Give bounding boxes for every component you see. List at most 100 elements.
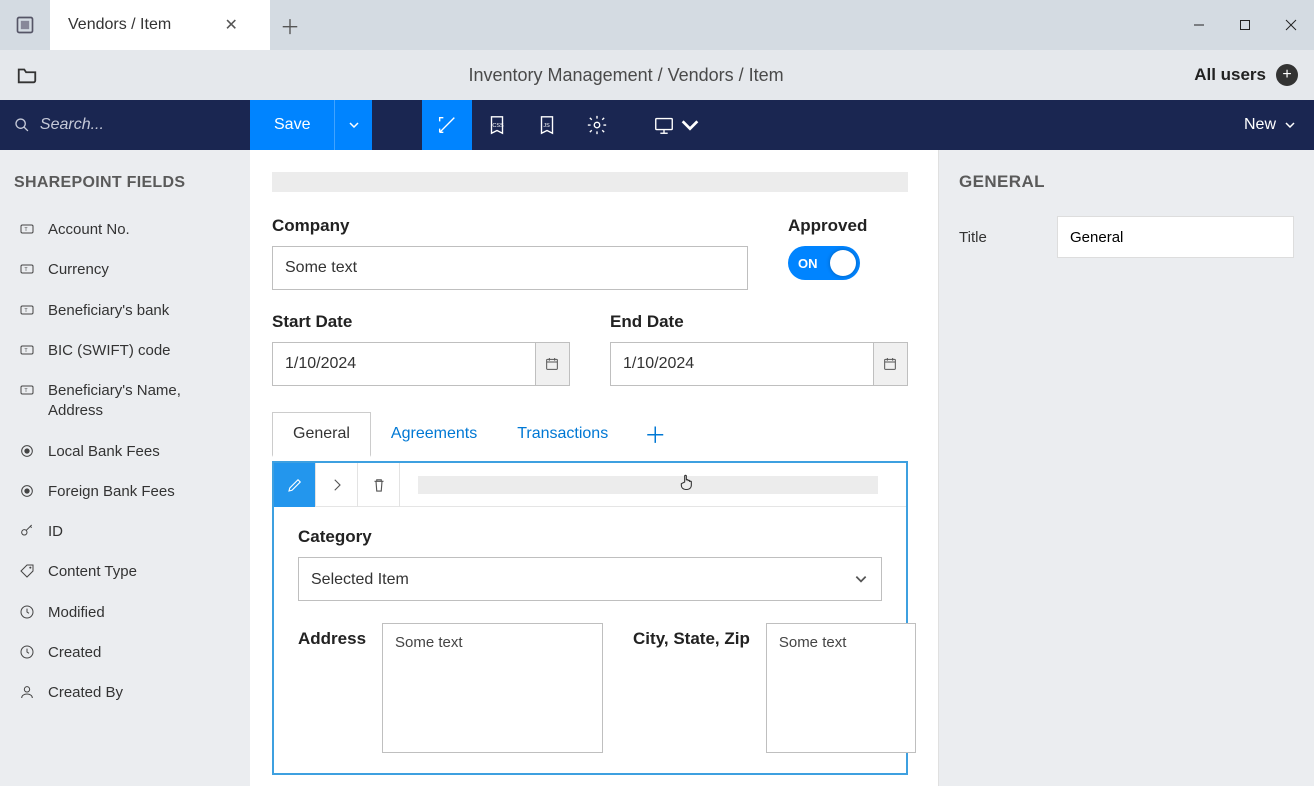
text-icon: T (18, 341, 36, 359)
save-button[interactable]: Save (250, 100, 334, 150)
radio-icon (18, 442, 36, 460)
text-icon: T (18, 381, 36, 399)
panel-placeholder-bar (418, 476, 878, 494)
sidebar-item-5[interactable]: Local Bank Fees (14, 432, 236, 472)
design-tool-icon[interactable] (422, 100, 472, 150)
chevron-right-icon[interactable] (316, 463, 358, 507)
sidebar-item-11[interactable]: Created By (14, 673, 236, 713)
svg-text:JS: JS (544, 123, 551, 129)
window-tab[interactable]: Vendors / Item ✕ (50, 0, 270, 50)
start-date-label: Start Date (272, 312, 570, 332)
start-date-picker-icon[interactable] (535, 342, 570, 386)
main: SHAREPOINT FIELDS TAccount No.TCurrencyT… (0, 150, 1314, 786)
chevron-down-icon (1284, 119, 1296, 131)
sidebar-item-9[interactable]: Modified (14, 593, 236, 633)
end-date-picker-icon[interactable] (873, 342, 908, 386)
inner-tabs: General Agreements Transactions ＋ (272, 408, 908, 462)
breadcrumb: Inventory Management / Vendors / Item (58, 65, 1194, 86)
toolbar: Save CSS JS New (0, 100, 1314, 150)
placeholder-bar (272, 172, 908, 192)
sidebar-item-6[interactable]: Foreign Bank Fees (14, 472, 236, 512)
sidebar-item-1[interactable]: T Currency (14, 250, 236, 290)
sidebar-item-label: Local Bank Fees (48, 442, 160, 462)
user-icon (18, 683, 36, 701)
new-button[interactable]: New (1226, 100, 1314, 150)
tab-title: Vendors / Item (68, 16, 171, 34)
maximize-button[interactable] (1222, 0, 1268, 50)
preview-device-icon[interactable] (652, 100, 702, 150)
minimize-button[interactable] (1176, 0, 1222, 50)
text-icon: T (18, 260, 36, 278)
add-user-icon[interactable]: + (1276, 64, 1298, 86)
sidebar-item-7[interactable]: ID (14, 512, 236, 552)
csz-label: City, State, Zip (633, 629, 750, 649)
tag-icon (18, 562, 36, 580)
save-group: Save (250, 100, 372, 150)
approved-toggle[interactable]: ON (788, 246, 860, 280)
sidebar-item-label: BIC (SWIFT) code (48, 341, 171, 361)
canvas: Company Approved ON Start Date End Date (250, 150, 939, 786)
close-tab-icon[interactable]: ✕ (221, 15, 241, 35)
svg-text:T: T (24, 388, 28, 394)
search-icon (14, 116, 30, 134)
new-label: New (1244, 116, 1276, 134)
company-input[interactable] (272, 246, 748, 290)
category-select[interactable]: Selected Item (298, 557, 882, 601)
tool-buttons: CSS JS (422, 100, 702, 150)
radio-icon (18, 482, 36, 500)
company-label: Company (272, 216, 748, 236)
sidebar-item-4[interactable]: TBeneficiary's Name, Address (14, 371, 236, 432)
app-icon (0, 0, 50, 50)
sidebar-item-2[interactable]: T Beneficiary's bank (14, 291, 236, 331)
clock-icon (18, 603, 36, 621)
approved-label: Approved (788, 216, 908, 236)
sidebar-item-3[interactable]: T BIC (SWIFT) code (14, 331, 236, 371)
text-icon: T (18, 220, 36, 238)
tab-general[interactable]: General (272, 412, 371, 457)
sidebar-item-label: Account No. (48, 220, 130, 240)
tab-agreements[interactable]: Agreements (371, 413, 497, 455)
start-date-input[interactable] (272, 342, 535, 386)
svg-text:T: T (24, 308, 28, 314)
sidebar-item-label: Foreign Bank Fees (48, 482, 175, 502)
pointer-cursor-icon (678, 472, 698, 492)
add-tab-icon[interactable]: ＋ (270, 0, 310, 50)
sidebar-item-label: Modified (48, 603, 105, 623)
address-input[interactable]: Some text (382, 623, 603, 753)
prop-title-input[interactable] (1057, 216, 1294, 258)
sidebar-item-0[interactable]: T Account No. (14, 210, 236, 250)
prop-title-label: Title (959, 229, 1039, 246)
sidebar-item-label: Currency (48, 260, 109, 280)
add-inner-tab-icon[interactable]: ＋ (628, 408, 682, 460)
window-controls (1176, 0, 1314, 50)
sidebar-item-8[interactable]: Content Type (14, 552, 236, 592)
edit-icon[interactable] (274, 463, 316, 507)
allusers-label[interactable]: All users (1194, 65, 1266, 85)
folder-icon[interactable] (16, 64, 38, 86)
properties-title: GENERAL (959, 172, 1294, 192)
sidebar-item-10[interactable]: Created (14, 633, 236, 673)
settings-tool-icon[interactable] (572, 100, 622, 150)
save-dropdown-icon[interactable] (334, 100, 372, 150)
toggle-on-text: ON (798, 256, 818, 271)
tab-transactions[interactable]: Transactions (497, 413, 628, 455)
js-tool-icon[interactable]: JS (522, 100, 572, 150)
key-icon (18, 522, 36, 540)
search-box[interactable] (0, 100, 250, 150)
search-input[interactable] (40, 116, 236, 134)
properties-pane: GENERAL Title (939, 150, 1314, 786)
close-window-button[interactable] (1268, 0, 1314, 50)
sidebar-item-label: Beneficiary's bank (48, 301, 169, 321)
sidebar-item-label: Created (48, 643, 101, 663)
text-icon: T (18, 301, 36, 319)
delete-icon[interactable] (358, 463, 400, 507)
end-date-label: End Date (610, 312, 908, 332)
csz-input[interactable]: Some text (766, 623, 916, 753)
sidebar-item-label: Content Type (48, 562, 137, 582)
panel-toolbar (274, 463, 906, 507)
tab-panel-general: Category Selected Item Address Some text… (272, 461, 908, 775)
css-tool-icon[interactable]: CSS (472, 100, 522, 150)
sidebar-item-label: ID (48, 522, 63, 542)
end-date-input[interactable] (610, 342, 873, 386)
svg-text:CSS: CSS (493, 123, 505, 129)
